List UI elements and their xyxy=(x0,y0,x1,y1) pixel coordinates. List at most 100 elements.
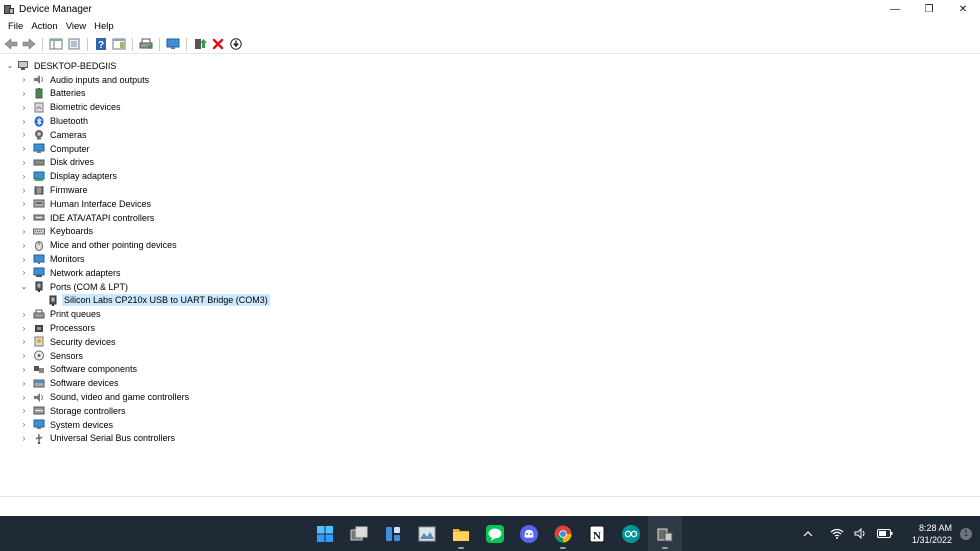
tree-category[interactable]: › Firmware xyxy=(20,183,90,197)
update-driver-icon[interactable] xyxy=(192,36,208,52)
tree-category[interactable]: › Bluetooth xyxy=(20,114,90,128)
tree-device-item[interactable]: Silicon Labs CP210x USB to UART Bridge (… xyxy=(34,294,270,308)
disk-icon xyxy=(33,157,45,168)
tree-category[interactable]: › Disk drives xyxy=(20,156,96,170)
file-explorer-icon[interactable] xyxy=(444,516,478,551)
chevron-right-icon[interactable]: › xyxy=(20,116,28,126)
discord-icon[interactable] xyxy=(512,516,546,551)
volume-icon[interactable] xyxy=(854,528,867,539)
tree-category[interactable]: › Audio inputs and outputs xyxy=(20,73,151,87)
tree-category[interactable]: › Sound, video and game controllers xyxy=(20,390,191,404)
restore-button[interactable]: ❐ xyxy=(912,0,946,18)
chevron-right-icon[interactable]: › xyxy=(20,130,28,140)
tree-category[interactable]: › System devices xyxy=(20,418,115,432)
tree-category-label: Mice and other pointing devices xyxy=(50,240,177,251)
chevron-right-icon[interactable]: › xyxy=(20,254,28,264)
show-hide-console-tree-icon[interactable] xyxy=(48,36,64,52)
tree-category[interactable]: › Software components xyxy=(20,363,139,377)
chevron-right-icon[interactable]: › xyxy=(20,171,28,181)
battery-icon[interactable] xyxy=(876,529,893,538)
notion-icon[interactable]: N xyxy=(580,516,614,551)
device-tree: ⌄ DESKTOP-BEDGIIS › Audio inputs and outp… xyxy=(0,57,980,497)
menu-help[interactable]: Help xyxy=(90,21,118,32)
tree-category[interactable]: ⌄ Ports (COM & LPT) xyxy=(20,280,130,294)
tree-root[interactable]: ⌄ DESKTOP-BEDGIIS xyxy=(6,59,118,73)
tree-category[interactable]: › Processors xyxy=(20,321,97,335)
tree-category[interactable]: › Print queues xyxy=(20,307,103,321)
tree-category[interactable]: › Biometric devices xyxy=(20,100,123,114)
tree-category-label: Biometric devices xyxy=(50,102,121,113)
line-icon[interactable] xyxy=(478,516,512,551)
tree-category[interactable]: › Keyboards xyxy=(20,225,95,239)
minimize-button[interactable]: — xyxy=(878,0,912,18)
tree-category[interactable]: › Network adapters xyxy=(20,266,123,280)
scan-hardware-changes-icon[interactable] xyxy=(165,36,181,52)
device-manager-icon[interactable] xyxy=(648,516,682,551)
arduino-icon[interactable] xyxy=(614,516,648,551)
tree-category[interactable]: › Sensors xyxy=(20,349,85,363)
chrome-icon[interactable] xyxy=(546,516,580,551)
tree-category[interactable]: › Mice and other pointing devices xyxy=(20,238,179,252)
chevron-right-icon[interactable]: › xyxy=(20,392,28,402)
tree-category[interactable]: › IDE ATA/ATAPI controllers xyxy=(20,211,156,225)
tree-category[interactable]: › Universal Serial Bus controllers xyxy=(20,432,177,446)
hid-icon xyxy=(33,198,45,209)
forward-icon[interactable] xyxy=(21,36,37,52)
tree-category[interactable]: › Monitors xyxy=(20,252,87,266)
chevron-right-icon[interactable]: › xyxy=(20,144,28,154)
chevron-right-icon[interactable]: › xyxy=(20,199,28,209)
chevron-right-icon[interactable]: › xyxy=(20,364,28,374)
wifi-icon[interactable] xyxy=(830,528,844,539)
widgets-icon[interactable] xyxy=(376,516,410,551)
printer-icon xyxy=(33,309,45,320)
chevron-right-icon[interactable]: › xyxy=(20,102,28,112)
tree-category[interactable]: › Cameras xyxy=(20,128,89,142)
windows-start-icon[interactable] xyxy=(308,516,342,551)
taskbar: N 8:28 AM 1/31/2022 1 xyxy=(0,516,980,551)
chevron-right-icon[interactable]: › xyxy=(20,378,28,388)
photos-icon[interactable] xyxy=(410,516,444,551)
chevron-right-icon[interactable]: › xyxy=(20,420,28,430)
properties-sheet-icon[interactable] xyxy=(66,36,82,52)
back-icon[interactable] xyxy=(3,36,19,52)
chevron-down-icon[interactable]: ⌄ xyxy=(6,61,14,71)
chevron-right-icon[interactable]: › xyxy=(20,309,28,319)
status-bar xyxy=(0,496,980,516)
notification-badge[interactable]: 1 xyxy=(960,527,972,540)
disable-device-icon[interactable] xyxy=(228,36,244,52)
chevron-right-icon[interactable]: › xyxy=(20,185,28,195)
tree-category[interactable]: › Software devices xyxy=(20,376,121,390)
chevron-up-icon[interactable] xyxy=(803,530,813,538)
tree-category[interactable]: › Human Interface Devices xyxy=(20,197,153,211)
tree-category[interactable]: › Storage controllers xyxy=(20,404,128,418)
chevron-right-icon[interactable]: › xyxy=(20,268,28,278)
chevron-right-icon[interactable]: › xyxy=(20,213,28,223)
chevron-right-icon[interactable]: › xyxy=(20,226,28,236)
chevron-right-icon[interactable]: › xyxy=(20,433,28,443)
clock[interactable]: 8:28 AM 1/31/2022 xyxy=(912,522,952,546)
help-icon[interactable]: ? xyxy=(93,36,109,52)
chevron-right-icon[interactable]: › xyxy=(20,337,28,347)
chevron-right-icon[interactable]: › xyxy=(20,240,28,250)
chevron-right-icon[interactable]: › xyxy=(20,157,28,167)
chevron-right-icon[interactable]: › xyxy=(20,406,28,416)
chevron-right-icon[interactable]: › xyxy=(20,88,28,98)
port-icon xyxy=(47,295,59,306)
menu-action[interactable]: Action xyxy=(27,21,61,32)
tree-category[interactable]: › Computer xyxy=(20,142,92,156)
menu-file[interactable]: File xyxy=(4,21,27,32)
chevron-down-icon[interactable]: ⌄ xyxy=(20,282,28,292)
uninstall-device-icon[interactable] xyxy=(210,36,226,52)
chevron-right-icon[interactable]: › xyxy=(20,323,28,333)
action-pane-icon[interactable] xyxy=(111,36,127,52)
tree-category[interactable]: › Security devices xyxy=(20,335,118,349)
menu-view[interactable]: View xyxy=(62,21,90,32)
close-button[interactable]: ✕ xyxy=(946,0,980,18)
print-icon[interactable] xyxy=(138,36,154,52)
chevron-right-icon[interactable]: › xyxy=(20,351,28,361)
tree-category[interactable]: › Display adapters xyxy=(20,169,119,183)
task-view-icon[interactable] xyxy=(342,516,376,551)
network-icon xyxy=(33,267,45,278)
chevron-right-icon[interactable]: › xyxy=(20,75,28,85)
tree-category[interactable]: › Batteries xyxy=(20,87,88,101)
